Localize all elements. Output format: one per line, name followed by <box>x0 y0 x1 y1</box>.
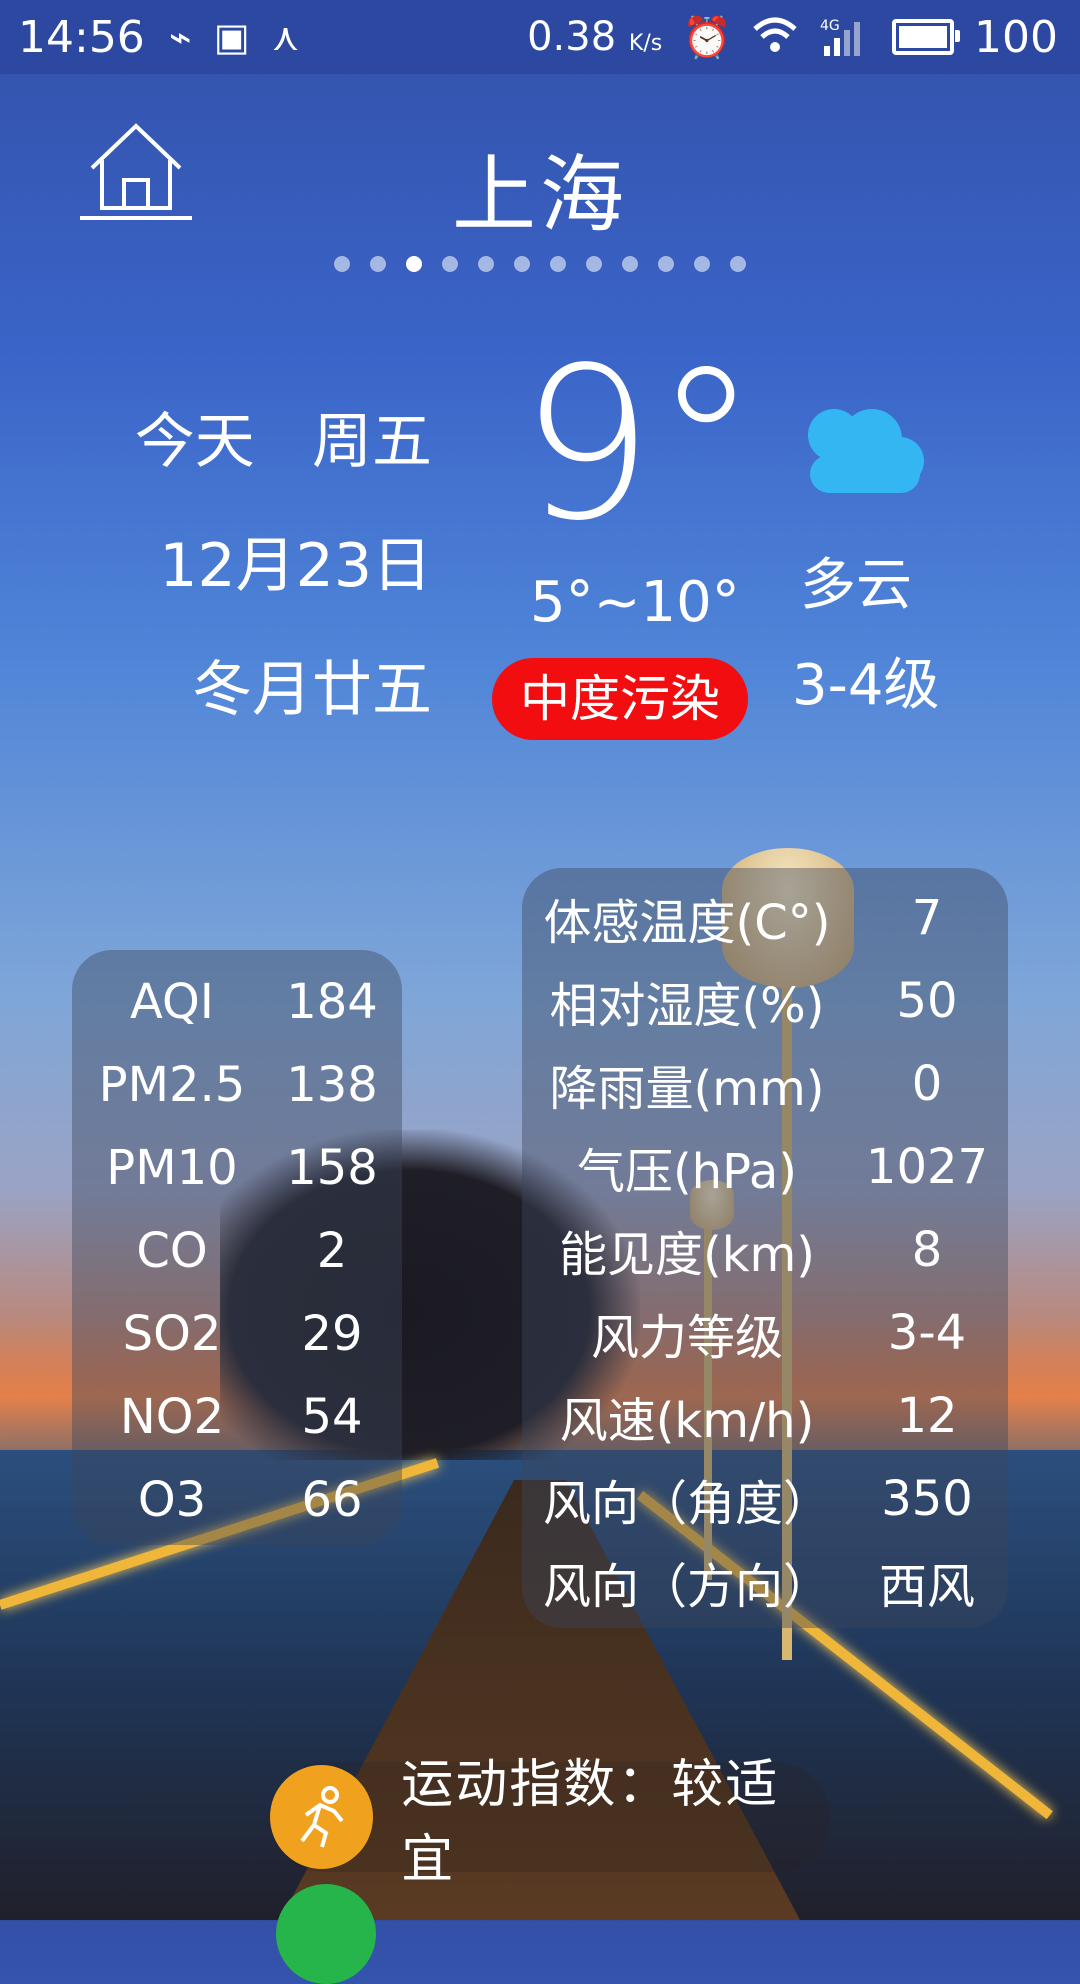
current-temperature: 9° <box>520 322 759 567</box>
sport-index-text: 运动指数：较适宜 <box>401 1755 780 1890</box>
air-quality-panel: AQI 184 PM2.5 138 PM10 158 CO 2 SO2 29 NO2 54 O3 66 <box>72 950 402 1545</box>
status-bar: 14:56 ⌁ ▣ ⋏ 0.38 K/s ⏰ 4G 100 <box>0 0 1080 74</box>
aq-row: O3 66 <box>72 1458 402 1541</box>
running-person-icon <box>270 1765 374 1869</box>
page-dot[interactable] <box>622 256 638 272</box>
detail-row: 能见度(km) 8 <box>522 1208 1008 1291</box>
weather-description: 多云 <box>800 553 912 618</box>
detail-row-value: 8 <box>911 1221 943 1278</box>
detail-row-value: 0 <box>911 1055 943 1112</box>
aq-row-value: 158 <box>286 1139 378 1196</box>
image-icon: ▣ <box>213 15 250 59</box>
page-dot[interactable] <box>550 256 566 272</box>
aq-row-label: CO <box>136 1222 208 1279</box>
aq-row: PM2.5 138 <box>72 1043 402 1126</box>
usb-icon: ⌁ <box>168 15 192 59</box>
page-dot[interactable] <box>370 256 386 272</box>
detail-row-value: 1027 <box>865 1138 989 1195</box>
page-dot[interactable] <box>442 256 458 272</box>
detail-row-label: 降雨量(mm) <box>549 1060 825 1117</box>
aq-row-value: 2 <box>316 1222 348 1279</box>
aq-row-value: 29 <box>301 1305 363 1362</box>
battery-icon <box>892 19 961 55</box>
wind-level: 3-4级 <box>792 653 940 718</box>
pollution-badge: 中度污染 <box>492 658 748 740</box>
page-indicator <box>334 256 746 272</box>
page-dot[interactable] <box>478 256 494 272</box>
next-index-icon[interactable] <box>276 1884 376 1984</box>
detail-row: 体感温度(C°) 7 <box>522 876 1008 959</box>
detail-row-value: 350 <box>881 1470 973 1527</box>
aq-row-label: SO2 <box>122 1305 222 1362</box>
aq-row: NO2 54 <box>72 1375 402 1458</box>
detail-row: 降雨量(mm) 0 <box>522 1042 1008 1125</box>
page-dot[interactable] <box>334 256 350 272</box>
aq-row-value: 184 <box>286 973 378 1030</box>
detail-row-label: 风力等级 <box>590 1309 783 1366</box>
aq-row-value: 54 <box>301 1388 363 1445</box>
page-dot[interactable] <box>694 256 710 272</box>
temperature-range: 5°~10° <box>530 570 740 635</box>
aq-row: CO 2 <box>72 1209 402 1292</box>
aq-row-label: NO2 <box>119 1388 225 1445</box>
detail-row-label: 气压(hPa) <box>576 1143 798 1200</box>
detail-row-value: 西风 <box>878 1558 975 1615</box>
aq-row: PM10 158 <box>72 1126 402 1209</box>
cloud-icon <box>808 409 924 493</box>
today-line: 今天 周五 <box>134 407 432 477</box>
signal-4g-icon: 4G <box>820 18 861 56</box>
detail-row: 风力等级 3-4 <box>522 1291 1008 1374</box>
alarm-icon: ⏰ <box>682 14 733 61</box>
page-dot[interactable] <box>514 256 530 272</box>
city-name[interactable]: 上海 <box>0 128 1080 249</box>
lunar-date: 冬月廿五 <box>192 655 432 725</box>
detail-row-label: 体感温度(C°) <box>543 894 831 951</box>
aq-row-label: PM10 <box>106 1139 238 1196</box>
detail-row-label: 相对湿度(%) <box>549 977 825 1034</box>
detail-row: 相对湿度(%) 50 <box>522 959 1008 1042</box>
detail-row-label: 风速(km/h) <box>559 1392 815 1449</box>
date: 12月23日 <box>159 531 432 601</box>
wifi-icon <box>753 17 797 52</box>
page-dot[interactable] <box>406 256 422 272</box>
svg-text:4G: 4G <box>820 18 840 34</box>
detail-row: 风向（方向） 西风 <box>522 1540 1008 1623</box>
detail-row: 气压(hPa) 1027 <box>522 1125 1008 1208</box>
detail-row-label: 风向（方向） <box>542 1558 831 1615</box>
detail-row-value: 7 <box>911 889 943 946</box>
detail-row: 风向（角度） 350 <box>522 1457 1008 1540</box>
aq-row-value: 138 <box>286 1056 378 1113</box>
share-icon: ⋏ <box>271 15 300 59</box>
aq-row-label: PM2.5 <box>98 1056 246 1113</box>
date-column: 今天 周五 12月23日 冬月廿五 <box>135 380 432 752</box>
sport-index[interactable]: 运动指数：较适宜 <box>270 1755 830 1890</box>
aq-row: SO2 29 <box>72 1292 402 1375</box>
aq-row-label: AQI <box>130 973 214 1030</box>
status-time: 14:56 <box>18 11 145 63</box>
aq-row: AQI 184 <box>72 960 402 1043</box>
page-dot[interactable] <box>730 256 746 272</box>
net-speed: 0.38 K/s <box>527 14 663 60</box>
detail-row-value: 12 <box>896 1387 958 1444</box>
detail-row-value: 3-4 <box>887 1304 967 1361</box>
detail-row-label: 风向（角度） <box>542 1475 831 1532</box>
detail-row-label: 能见度(km) <box>558 1226 815 1283</box>
aq-row-value: 66 <box>301 1471 363 1528</box>
weather-details-panel: 体感温度(C°) 7 相对湿度(%) 50 降雨量(mm) 0 气压(hPa) 1027 能见度… <box>522 868 1008 1628</box>
battery-percent: 100 <box>974 11 1058 63</box>
aq-row-label: O3 <box>137 1471 207 1528</box>
detail-row: 风速(km/h) 12 <box>522 1374 1008 1457</box>
page-dot[interactable] <box>658 256 674 272</box>
page-dot[interactable] <box>586 256 602 272</box>
detail-row-value: 50 <box>896 972 958 1029</box>
